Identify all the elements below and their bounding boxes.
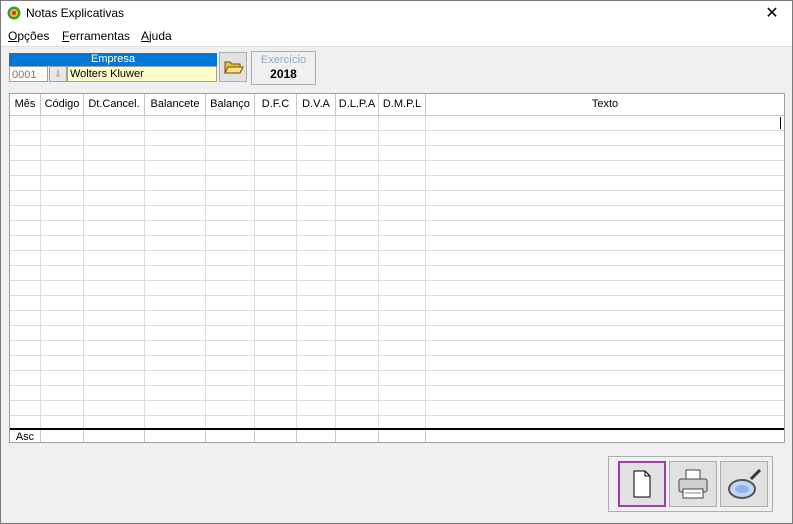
col-dmpl[interactable]: D.M.P.L: [379, 94, 426, 115]
open-folder-icon: [224, 61, 244, 74]
grid-row-line: [10, 160, 784, 161]
title-bar: Notas Explicativas ✕: [1, 1, 792, 27]
grid-row-line: [10, 340, 784, 341]
text-cursor: [780, 117, 781, 129]
notes-grid[interactable]: Mês Código Dt.Cancel. Balancete Balanço …: [9, 93, 785, 443]
notas-explicativas-window: Notas Explicativas ✕ Opções Ferramentas …: [0, 0, 793, 524]
empresa-name-field[interactable]: Wolters Kluwer: [67, 66, 217, 82]
menu-ajuda[interactable]: Ajuda: [141, 29, 172, 43]
col-texto[interactable]: Texto: [426, 94, 784, 115]
col-codigo[interactable]: Código: [41, 94, 84, 115]
footer-cell: [336, 430, 379, 442]
grid-row-line: [10, 325, 784, 326]
grid-row-line: [10, 295, 784, 296]
grid-row-line: [10, 310, 784, 311]
window-title: Notas Explicativas: [26, 6, 125, 20]
app-icon: [7, 6, 21, 20]
grid-row-line: [10, 175, 784, 176]
new-document-icon: [633, 470, 651, 498]
grid-column-line: [254, 116, 255, 428]
grid-row-line: [10, 190, 784, 191]
grid-row-line: [10, 415, 784, 416]
footer-cell: [255, 430, 297, 442]
grid-column-line: [296, 116, 297, 428]
new-document-button[interactable]: [618, 461, 666, 507]
grid-column-line: [378, 116, 379, 428]
col-dt-cancel[interactable]: Dt.Cancel.: [84, 94, 145, 115]
empresa-lookup-button[interactable]: ⇩: [49, 66, 67, 82]
grid-row-line: [10, 280, 784, 281]
col-dfc[interactable]: D.F.C: [255, 94, 297, 115]
grid-row-line: [10, 220, 784, 221]
grid-row-line: [10, 370, 784, 371]
grid-column-line: [335, 116, 336, 428]
footer-cell: [379, 430, 426, 442]
grid-body[interactable]: [10, 116, 784, 431]
grid-row-line: [10, 400, 784, 401]
close-button[interactable]: ✕: [752, 1, 792, 27]
footer-cell: [206, 430, 255, 442]
menu-opcoes[interactable]: Opções: [8, 29, 49, 43]
menu-ferramentas[interactable]: Ferramentas: [62, 29, 130, 43]
grid-header: Mês Código Dt.Cancel. Balancete Balanço …: [10, 94, 784, 116]
col-dva[interactable]: D.V.A: [297, 94, 336, 115]
grid-column-line: [205, 116, 206, 428]
action-toolbar: [608, 456, 773, 512]
footer-cell: [145, 430, 206, 442]
footer-cell: [297, 430, 336, 442]
exercicio-label: Exercício: [260, 54, 307, 66]
grid-row-line: [10, 130, 784, 131]
exercicio-value: 2018: [270, 67, 297, 81]
arrow-down-icon: ⇩: [54, 69, 62, 79]
grid-row-line: [10, 250, 784, 251]
grid-column-line: [144, 116, 145, 428]
grid-row-line: [10, 145, 784, 146]
close-icon: ✕: [765, 5, 779, 22]
grid-column-line: [40, 116, 41, 428]
grid-row-line: [10, 385, 784, 386]
grid-column-line: [425, 116, 426, 428]
empresa-label: Empresa: [9, 53, 217, 66]
grid-row-line: [10, 265, 784, 266]
exercicio-box: Exercício 2018: [251, 51, 316, 85]
col-mes[interactable]: Mês: [10, 94, 41, 115]
grid-column-line: [83, 116, 84, 428]
print-button[interactable]: [669, 461, 717, 507]
footer-cell: [41, 430, 84, 442]
open-folder-button[interactable]: [219, 52, 247, 82]
printer-icon: [678, 469, 708, 499]
grid-row-line: [10, 235, 784, 236]
col-balanco[interactable]: Balanço: [206, 94, 255, 115]
grid-row-line: [10, 205, 784, 206]
magnifier-icon: [728, 468, 762, 499]
footer-cell: [84, 430, 145, 442]
col-balancete[interactable]: Balancete: [145, 94, 206, 115]
empresa-code-field[interactable]: 0001: [9, 66, 48, 82]
col-dlpa[interactable]: D.L.P.A: [336, 94, 379, 115]
grid-row-line: [10, 355, 784, 356]
search-button[interactable]: [720, 461, 768, 507]
footer-sort-asc: Asc: [10, 430, 41, 442]
menu-bar: Opções Ferramentas Ajuda: [1, 27, 792, 47]
grid-footer: Asc: [10, 428, 784, 442]
